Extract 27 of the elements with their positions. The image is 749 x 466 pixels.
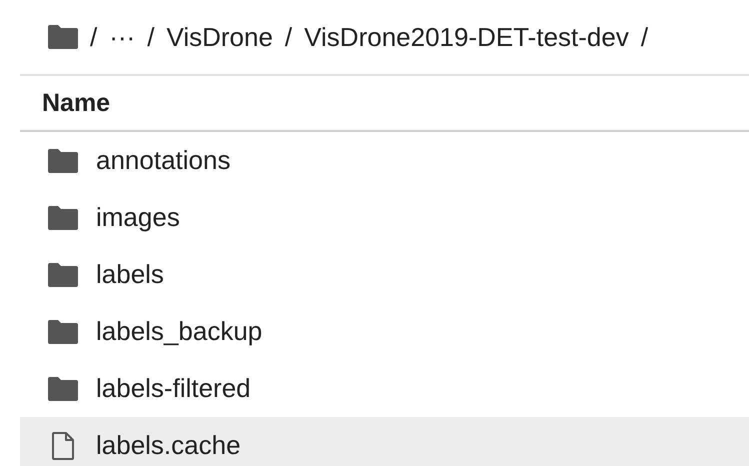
folder-icon — [48, 206, 78, 230]
file-row[interactable]: labels-filtered — [20, 360, 749, 417]
folder-icon — [48, 262, 78, 286]
breadcrumb-link[interactable]: ··· — [109, 22, 136, 52]
breadcrumb-link[interactable]: VisDrone2019-DET-test-dev — [304, 22, 629, 52]
folder-icon — [48, 376, 78, 400]
breadcrumb-separator: / — [90, 22, 98, 52]
file-name: labels-filtered — [96, 373, 251, 404]
breadcrumb-separator: / — [284, 22, 292, 52]
file-row[interactable]: labels.cache — [20, 417, 749, 466]
file-name: labels_backup — [96, 316, 262, 347]
file-icon — [52, 432, 74, 460]
file-name: labels — [96, 259, 164, 290]
folder-icon — [48, 148, 78, 172]
file-row[interactable]: labels_backup — [20, 303, 749, 360]
column-header[interactable]: Name — [42, 88, 110, 118]
folder-icon[interactable] — [48, 25, 78, 49]
file-row[interactable]: annotations — [20, 132, 749, 189]
file-row[interactable]: labels — [20, 246, 749, 303]
file-name: annotations — [96, 145, 230, 176]
breadcrumb-separator: / — [640, 22, 648, 52]
file-name: images — [96, 202, 180, 233]
file-name: labels.cache — [96, 430, 241, 461]
file-row[interactable]: images — [20, 189, 749, 246]
folder-icon — [48, 320, 78, 344]
breadcrumb-separator: / — [147, 22, 154, 52]
breadcrumb-link[interactable]: VisDrone — [166, 22, 273, 52]
